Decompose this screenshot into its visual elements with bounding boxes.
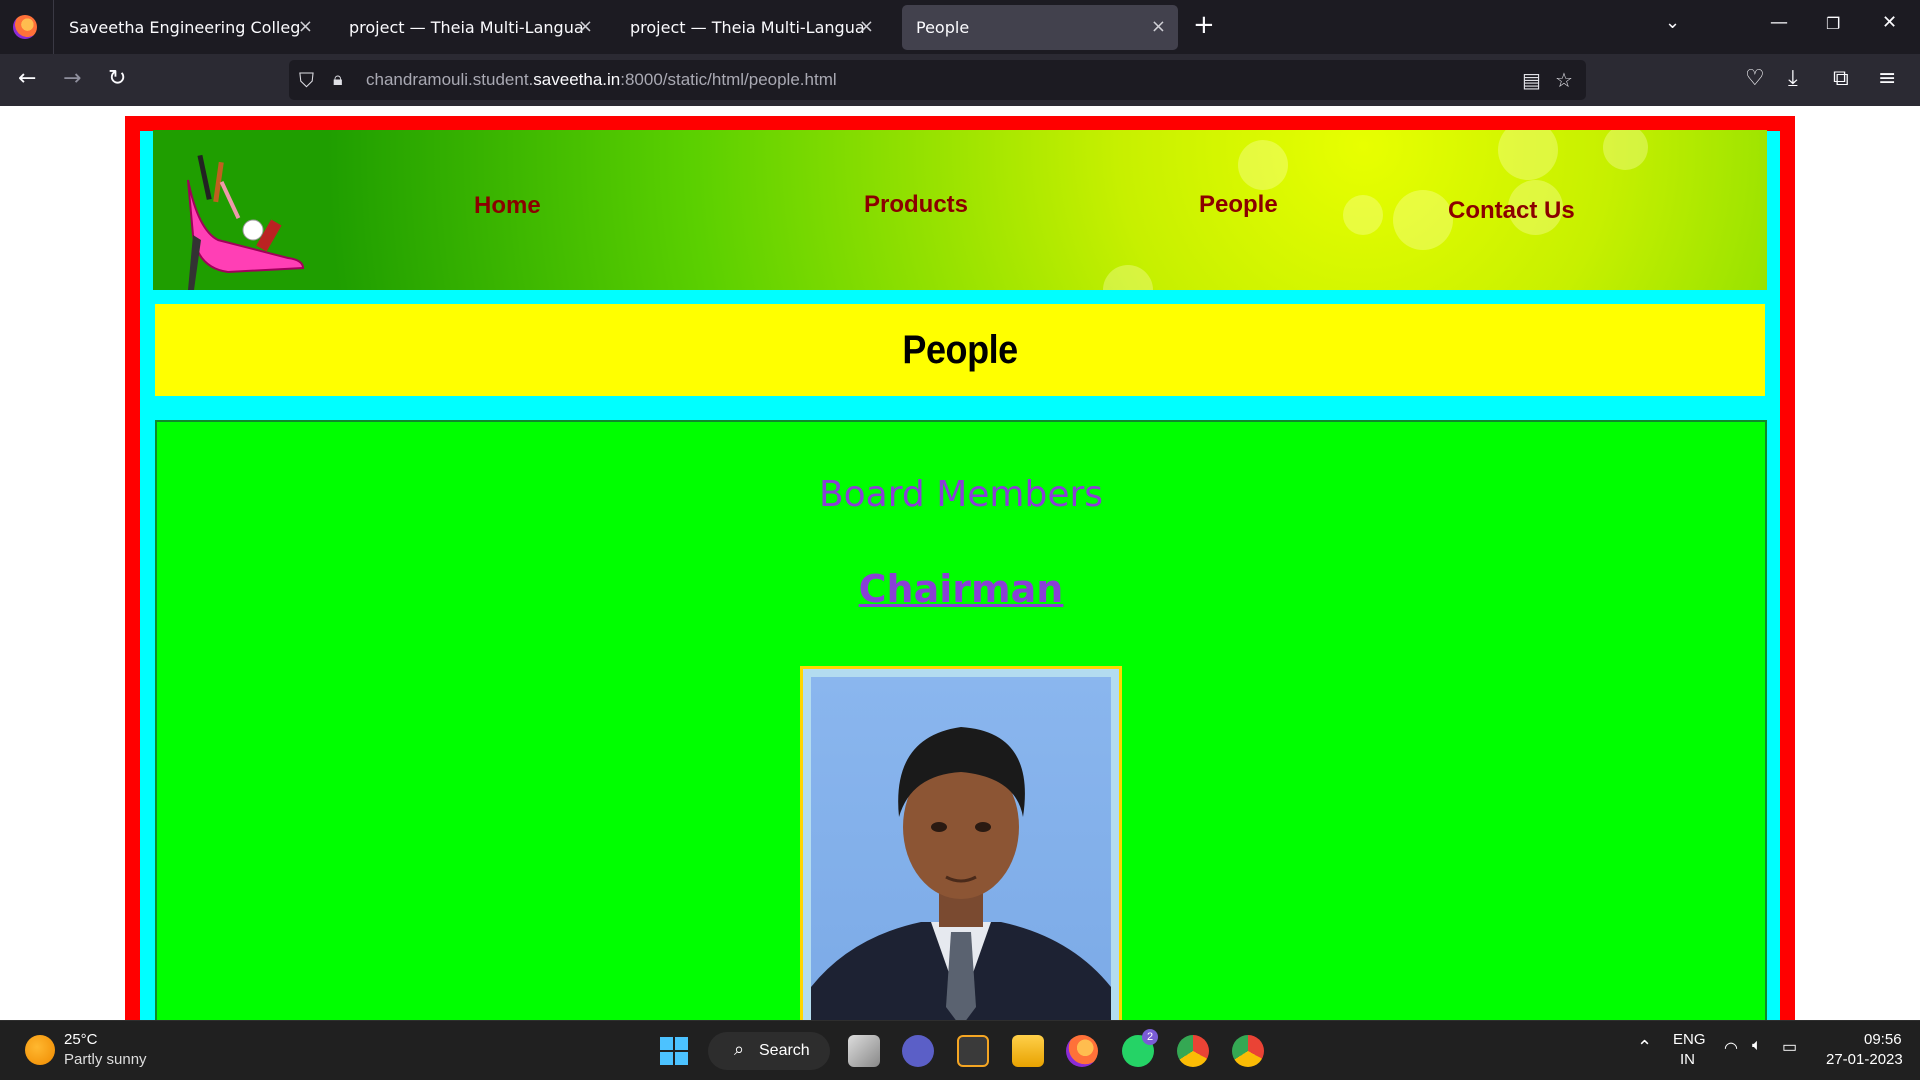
- menu-icon[interactable]: ≡: [1878, 66, 1896, 92]
- taskbar: 25°C Partly sunny ⌕ Search 2 ⌃ ENG IN ◠ …: [0, 1020, 1920, 1080]
- minimize-button[interactable]: —: [1770, 12, 1788, 33]
- task-view-icon[interactable]: [848, 1035, 880, 1067]
- extensions-icon[interactable]: ⧉: [1833, 66, 1849, 92]
- close-window-button[interactable]: ✕: [1882, 12, 1897, 33]
- reload-button[interactable]: ↻: [108, 66, 126, 92]
- bokeh-light: [1238, 140, 1288, 190]
- person-portrait-icon: [811, 727, 1111, 1020]
- bokeh-light: [1343, 195, 1383, 235]
- weather-temp[interactable]: 25°C: [64, 1031, 98, 1048]
- bokeh-light: [1393, 190, 1453, 250]
- language-indicator[interactable]: ENG: [1673, 1031, 1706, 1048]
- nav-people-link[interactable]: People: [1199, 191, 1278, 219]
- nav-products-link[interactable]: Products: [864, 191, 968, 219]
- browser-nav-bar: ← → ↻ ⛉ 🔒︎ chandramouli.student.saveetha…: [0, 54, 1920, 106]
- tab-project-2[interactable]: project — Theia Multi-Language Ex ×: [616, 5, 886, 50]
- url-prefix: chandramouli.student.: [366, 70, 534, 89]
- start-windows-icon[interactable]: [660, 1037, 688, 1065]
- page-title: People: [902, 327, 1018, 372]
- content-section: Board Members Chairman: [155, 420, 1767, 1020]
- firefox-taskbar-icon[interactable]: [1066, 1035, 1098, 1067]
- search-icon: ⌕: [734, 1039, 745, 1059]
- chrome-profile-icon[interactable]: [1232, 1035, 1264, 1067]
- url-text[interactable]: chandramouli.student.saveetha.in:8000/st…: [366, 70, 837, 90]
- weather-desc[interactable]: Partly sunny: [64, 1051, 147, 1068]
- page-title-banner: People: [155, 304, 1765, 396]
- url-host: saveetha.in: [533, 70, 621, 89]
- url-suffix: :8000/static/html/people.html: [620, 70, 837, 89]
- list-all-tabs-icon[interactable]: ⌄: [1665, 12, 1680, 33]
- clock-date[interactable]: 27-01-2023: [1826, 1051, 1903, 1068]
- chairman-photo-frame: [800, 666, 1122, 1020]
- role-heading-link[interactable]: Chairman: [157, 567, 1765, 611]
- tab-label: project — Theia Multi-Language Ex: [349, 18, 584, 37]
- firefox-icon[interactable]: [13, 15, 37, 39]
- bokeh-light: [1603, 130, 1648, 170]
- region-indicator[interactable]: IN: [1680, 1051, 1695, 1068]
- bokeh-light: [1103, 265, 1153, 290]
- lock-icon[interactable]: 🔒︎: [333, 69, 343, 91]
- whatsapp-badge: 2: [1142, 1029, 1158, 1045]
- chairman-photo: [811, 677, 1111, 1020]
- tab-people[interactable]: People ×: [902, 5, 1178, 50]
- tab-label: People: [916, 18, 970, 37]
- sublime-text-icon[interactable]: [957, 1035, 989, 1067]
- forward-button[interactable]: →: [63, 66, 81, 92]
- restore-button[interactable]: ❐: [1826, 14, 1840, 33]
- volume-icon[interactable]: 🔈︎: [1752, 1037, 1762, 1055]
- chevron-up-icon[interactable]: ⌃: [1637, 1037, 1652, 1058]
- site-header: Home Products People Contact Us: [153, 130, 1767, 290]
- tab-saveetha[interactable]: Saveetha Engineering College ×: [55, 5, 325, 50]
- bokeh-light: [1498, 130, 1558, 180]
- nav-contact-link[interactable]: Contact Us: [1448, 197, 1575, 225]
- file-explorer-icon[interactable]: [1012, 1035, 1044, 1067]
- wifi-icon[interactable]: ◠: [1724, 1038, 1738, 1058]
- search-label: Search: [759, 1042, 810, 1059]
- weather-icon[interactable]: [25, 1035, 55, 1065]
- tab-label: Saveetha Engineering College: [69, 18, 299, 37]
- teams-chat-icon[interactable]: [902, 1035, 934, 1067]
- section-heading: Board Members: [818, 474, 1104, 515]
- chrome-icon[interactable]: [1177, 1035, 1209, 1067]
- nav-home-link[interactable]: Home: [474, 192, 541, 220]
- clock-time[interactable]: 09:56: [1864, 1031, 1902, 1048]
- back-button[interactable]: ←: [18, 66, 36, 92]
- web-page: Home Products People Contact Us People B…: [0, 106, 1920, 1020]
- browser-tab-bar: Saveetha Engineering College × project —…: [0, 0, 1920, 54]
- tab-label: project — Theia Multi-Language Ex: [630, 18, 865, 37]
- reader-view-icon[interactable]: ▤: [1522, 69, 1541, 91]
- bookmark-star-icon[interactable]: ☆: [1555, 69, 1573, 91]
- pocket-icon[interactable]: ♡: [1745, 66, 1765, 92]
- close-icon[interactable]: ×: [578, 16, 593, 37]
- close-icon[interactable]: ×: [859, 16, 874, 37]
- high-heel-logo-icon[interactable]: [168, 140, 318, 290]
- downloads-icon[interactable]: ⤓: [1788, 66, 1798, 92]
- shield-icon[interactable]: ⛉: [299, 69, 314, 91]
- address-bar[interactable]: ⛉ 🔒︎ chandramouli.student.saveetha.in:80…: [289, 60, 1586, 100]
- battery-icon[interactable]: ▭: [1782, 1037, 1797, 1057]
- taskbar-search-box[interactable]: ⌕ Search: [708, 1032, 830, 1070]
- tab-separator: [53, 0, 54, 54]
- tab-project-1[interactable]: project — Theia Multi-Language Ex ×: [335, 5, 605, 50]
- close-icon[interactable]: ×: [1151, 16, 1166, 37]
- whatsapp-icon[interactable]: 2: [1122, 1029, 1158, 1067]
- close-icon[interactable]: ×: [298, 16, 313, 37]
- new-tab-button[interactable]: +: [1193, 10, 1215, 40]
